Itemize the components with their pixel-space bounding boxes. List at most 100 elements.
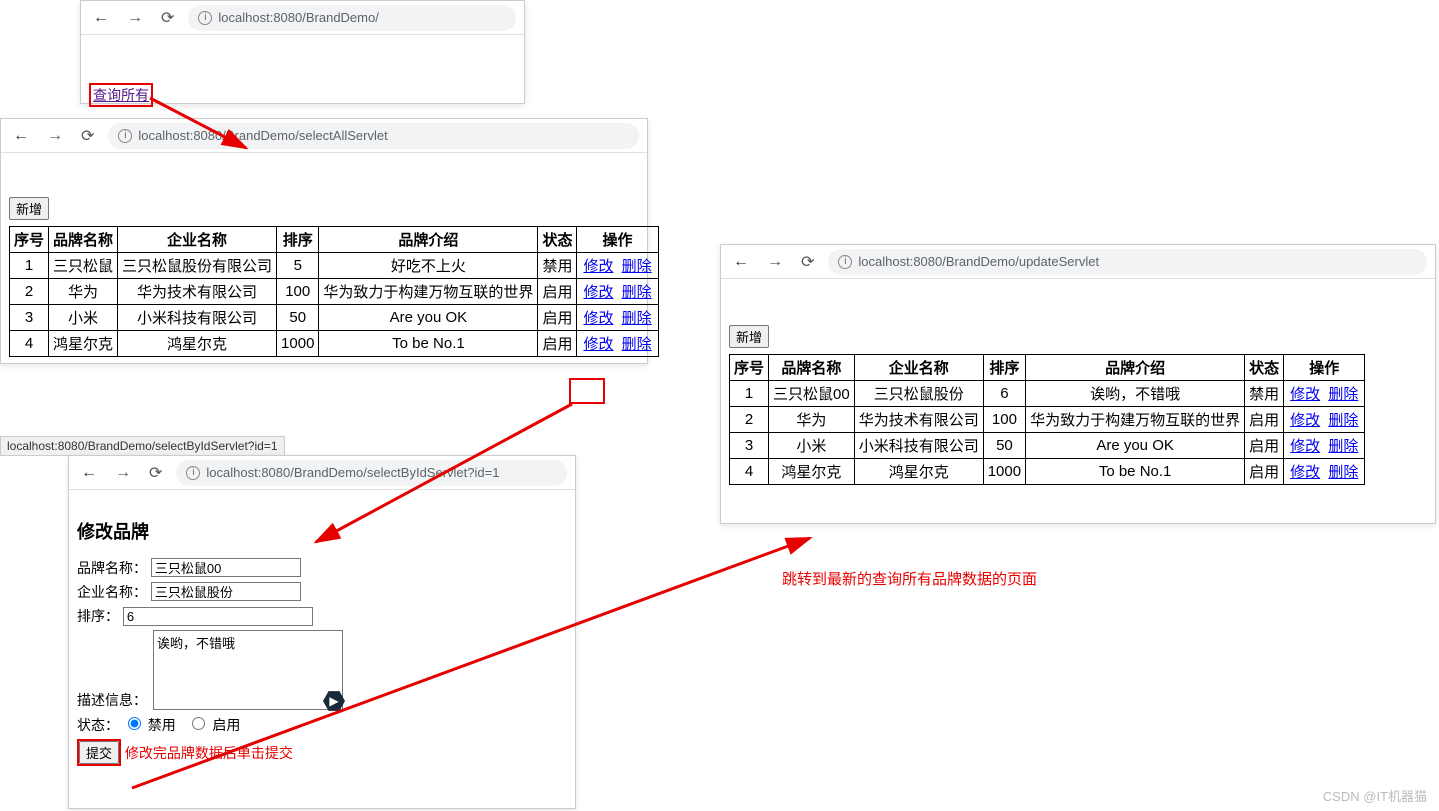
cell-id: 1 (10, 253, 49, 279)
textarea-desc[interactable] (153, 630, 343, 710)
edit-link[interactable]: 修改 (1290, 464, 1320, 481)
cell-desc: 华为致力于构建万物互联的世界 (319, 279, 538, 305)
nav-bar: ← → ⟳ i localhost:8080/BrandDemo/ (81, 1, 524, 35)
edit-link[interactable]: 修改 (583, 284, 613, 301)
radio-on-label: 启用 (212, 717, 240, 733)
col-op: 操作 (1284, 355, 1365, 381)
delete-link[interactable]: 删除 (1328, 386, 1358, 403)
table-row: 1三只松鼠三只松鼠股份有限公司5好吃不上火禁用修改 删除 (10, 253, 659, 279)
browser-window-1: ← → ⟳ i localhost:8080/BrandDemo/ 查询所有 (80, 0, 525, 104)
col-company: 企业名称 (854, 355, 983, 381)
radio-off-label: 禁用 (148, 717, 176, 733)
nav-bar: ← → ⟳ i localhost:8080/BrandDemo/selectA… (1, 119, 647, 153)
info-icon: i (186, 466, 200, 480)
table-header-row: 序号 品牌名称 企业名称 排序 品牌介绍 状态 操作 (10, 227, 659, 253)
cell-op: 修改 删除 (1284, 433, 1365, 459)
submit-annotation: 修改完品牌数据后单击提交 (125, 745, 293, 761)
cell-desc: To be No.1 (1026, 459, 1245, 485)
cell-id: 4 (10, 331, 49, 357)
table-row: 2华为华为技术有限公司100华为致力于构建万物互联的世界启用修改 删除 (10, 279, 659, 305)
cell-company: 鸿星尔克 (854, 459, 983, 485)
cell-status: 启用 (1245, 407, 1284, 433)
browser-window-4: ← → ⟳ i localhost:8080/BrandDemo/updateS… (720, 244, 1436, 524)
forward-icon[interactable]: → (763, 251, 787, 273)
delete-link[interactable]: 删除 (622, 310, 652, 327)
cell-desc: 好吃不上火 (319, 253, 538, 279)
reload-icon[interactable]: ⟳ (797, 250, 818, 274)
edit-link[interactable]: 修改 (1290, 412, 1320, 429)
cell-name: 小米 (49, 305, 118, 331)
edit-link[interactable]: 修改 (1290, 386, 1320, 403)
col-name: 品牌名称 (769, 355, 855, 381)
input-brand-name[interactable] (151, 558, 301, 577)
page-content: 查询所有 (81, 35, 524, 113)
radio-off-wrap[interactable]: 禁用 (123, 717, 176, 733)
add-button[interactable]: 新增 (729, 325, 769, 348)
url-text: localhost:8080/BrandDemo/updateServlet (858, 254, 1099, 269)
cell-op: 修改 删除 (1284, 459, 1365, 485)
row-name: 品牌名称： (77, 558, 567, 578)
submit-button[interactable]: 提交 (79, 741, 119, 764)
delete-link[interactable]: 删除 (622, 284, 652, 301)
back-icon[interactable]: ← (77, 462, 101, 484)
edit-link[interactable]: 修改 (583, 336, 613, 353)
query-all-link[interactable]: 查询所有 (93, 87, 149, 103)
nav-bar: ← → ⟳ i localhost:8080/BrandDemo/updateS… (721, 245, 1435, 279)
reload-icon[interactable]: ⟳ (157, 6, 178, 30)
cell-op: 修改 删除 (577, 253, 658, 279)
cell-order: 1000 (277, 331, 319, 357)
cell-company: 小米科技有限公司 (118, 305, 277, 331)
delete-link[interactable]: 删除 (1328, 464, 1358, 481)
edit-link[interactable]: 修改 (583, 258, 613, 275)
cell-status: 禁用 (538, 253, 577, 279)
reload-icon[interactable]: ⟳ (145, 461, 166, 485)
table-row: 2华为华为技术有限公司100华为致力于构建万物互联的世界启用修改 删除 (730, 407, 1365, 433)
cell-order: 50 (983, 433, 1025, 459)
cell-order: 50 (277, 305, 319, 331)
edit-link[interactable]: 修改 (1290, 438, 1320, 455)
radio-on-wrap[interactable]: 启用 (187, 717, 240, 733)
delete-link[interactable]: 删除 (1328, 412, 1358, 429)
row-order: 排序： (77, 606, 567, 626)
delete-link[interactable]: 删除 (622, 336, 652, 353)
back-icon[interactable]: ← (9, 125, 33, 147)
back-icon[interactable]: ← (729, 251, 753, 273)
radio-on[interactable] (192, 717, 205, 730)
col-desc: 品牌介绍 (319, 227, 538, 253)
forward-icon[interactable]: → (111, 462, 135, 484)
cell-op: 修改 删除 (577, 331, 658, 357)
url-bar[interactable]: i localhost:8080/BrandDemo/updateServlet (828, 249, 1427, 275)
cell-order: 100 (983, 407, 1025, 433)
label-order: 排序： (77, 606, 119, 626)
url-text: localhost:8080/BrandDemo/selectByIdServl… (206, 465, 499, 480)
browser-window-2: ← → ⟳ i localhost:8080/BrandDemo/selectA… (0, 118, 648, 364)
url-bar[interactable]: i localhost:8080/BrandDemo/selectAllServ… (108, 123, 639, 149)
cell-id: 3 (730, 433, 769, 459)
input-order[interactable] (123, 607, 313, 626)
nav-bar: ← → ⟳ i localhost:8080/BrandDemo/selectB… (69, 456, 575, 490)
add-button[interactable]: 新增 (9, 197, 49, 220)
row-submit: 提交 修改完品牌数据后单击提交 (77, 739, 567, 766)
cell-name: 鸿星尔克 (49, 331, 118, 357)
cell-desc: 华为致力于构建万物互联的世界 (1026, 407, 1245, 433)
cell-op: 修改 删除 (577, 305, 658, 331)
back-icon[interactable]: ← (89, 7, 113, 29)
input-company[interactable] (151, 582, 301, 601)
delete-link[interactable]: 删除 (1328, 438, 1358, 455)
cell-company: 小米科技有限公司 (854, 433, 983, 459)
label-company: 企业名称： (77, 582, 147, 602)
reload-icon[interactable]: ⟳ (77, 124, 98, 148)
cell-name: 华为 (49, 279, 118, 305)
url-bar[interactable]: i localhost:8080/BrandDemo/selectByIdSer… (176, 460, 567, 486)
edit-link[interactable]: 修改 (583, 310, 613, 327)
url-bar[interactable]: i localhost:8080/BrandDemo/ (188, 5, 516, 31)
forward-icon[interactable]: → (123, 7, 147, 29)
col-name: 品牌名称 (49, 227, 118, 253)
delete-link[interactable]: 删除 (622, 258, 652, 275)
col-op: 操作 (577, 227, 658, 253)
col-id: 序号 (730, 355, 769, 381)
forward-icon[interactable]: → (43, 125, 67, 147)
radio-off[interactable] (128, 717, 141, 730)
cell-name: 鸿星尔克 (769, 459, 855, 485)
url-text: localhost:8080/BrandDemo/selectAllServle… (138, 128, 387, 143)
